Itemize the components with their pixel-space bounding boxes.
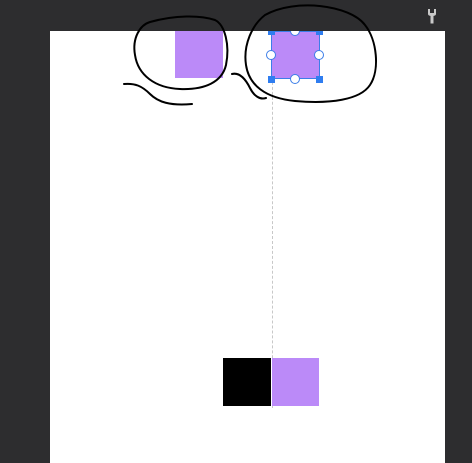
alignment-guide [272,67,273,408]
resize-handle-right[interactable] [314,50,324,60]
resize-handle-top-left[interactable] [267,31,275,35]
black-square-bottom[interactable] [223,358,271,406]
wrench-icon [428,9,436,24]
design-canvas[interactable] [50,31,445,463]
selection-frame [271,31,320,79]
purple-square-top-left[interactable] [175,31,223,78]
resize-handle-bottom-left[interactable] [267,75,275,83]
wrench-tool-button[interactable] [420,4,444,28]
resize-handle-left[interactable] [266,50,276,60]
resize-handle-bottom[interactable] [290,74,300,84]
purple-square-bottom[interactable] [272,358,319,406]
resize-handle-bottom-right[interactable] [315,75,323,83]
app-window [0,0,472,463]
resize-handle-top-right[interactable] [315,31,323,35]
